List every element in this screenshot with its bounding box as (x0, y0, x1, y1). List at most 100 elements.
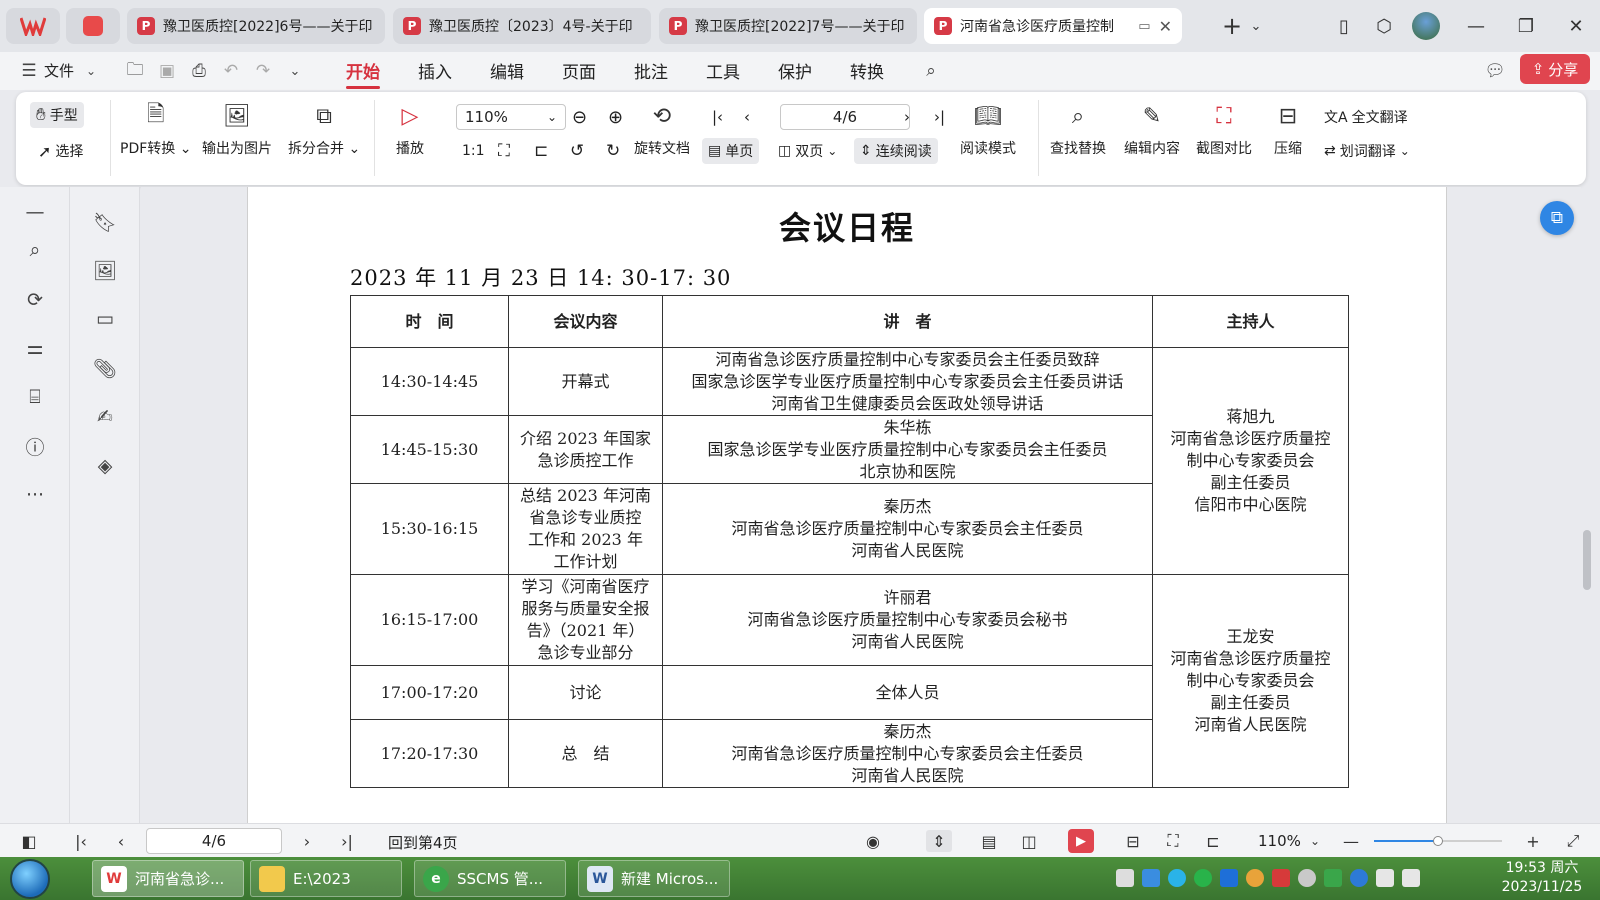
continuous-view-icon[interactable]: ⇕ (926, 830, 952, 852)
network-tray-icon[interactable] (1298, 869, 1316, 887)
attachment-icon[interactable]: 📎︎ (92, 355, 118, 381)
find-replace-button[interactable]: ⌕ 查找替换 (1050, 102, 1106, 158)
tray-app-icon[interactable] (1142, 869, 1160, 887)
rotate-icon[interactable]: ⊏ (1202, 830, 1224, 852)
fit-page-icon[interactable]: ⛶ (492, 138, 516, 164)
new-tab-icon[interactable]: + (1220, 12, 1244, 40)
menu-convert[interactable]: 转换 (850, 58, 884, 83)
word-translate-button[interactable]: ⇄ 划词翻译 ⌄ (1318, 138, 1416, 164)
eye-icon[interactable]: ◉ (862, 830, 884, 852)
zoom-out-button[interactable]: ⊖ (566, 104, 593, 130)
chevron-down-icon[interactable]: ⌄ (1304, 830, 1326, 852)
menu-start[interactable]: 开始 (346, 58, 380, 89)
play-button[interactable]: ▷ 播放 (396, 102, 424, 158)
menu-page[interactable]: 页面 (562, 58, 596, 83)
prev-page-icon[interactable]: ‹ (738, 104, 756, 130)
more-icon[interactable]: ··· (22, 482, 48, 508)
first-page-icon[interactable]: |‹ (70, 830, 92, 852)
floating-assist-icon[interactable]: ⧉ (1540, 201, 1574, 235)
cube-icon[interactable]: ⬡ (1372, 14, 1396, 38)
continuous-read-button[interactable]: ⇕ 连续阅读 (854, 138, 938, 164)
window-layout-icon[interactable]: ▯ (1332, 14, 1356, 38)
prev-page-icon[interactable]: ‹ (110, 830, 132, 852)
comment-icon[interactable]: ▭ (92, 306, 118, 332)
fullscreen-icon[interactable]: ⤢ (1562, 830, 1584, 852)
zoom-in-icon[interactable]: + (1522, 830, 1544, 852)
menu-edit[interactable]: 编辑 (490, 58, 524, 83)
more-chevron-icon[interactable]: ⌄ (284, 60, 306, 82)
taskbar-browser[interactable]: e SSCMS 管... (414, 860, 566, 897)
cloud-icon[interactable] (1168, 869, 1186, 887)
redo-icon[interactable]: ↷ (252, 60, 274, 82)
taskbar-explorer[interactable]: E:\2023 (250, 860, 402, 897)
split-merge-button[interactable]: ⧉ 拆分合并 ⌄ (288, 102, 360, 158)
browser-tray-icon[interactable] (1246, 869, 1264, 887)
undo-icon[interactable]: ↶ (220, 60, 242, 82)
edit-content-button[interactable]: ✎ 编辑内容 (1124, 102, 1180, 158)
network-icon[interactable] (1376, 869, 1394, 887)
next-page-icon[interactable]: › (898, 104, 916, 130)
print-icon[interactable]: ⎙ (188, 60, 210, 82)
search-icon[interactable]: ⌕ (22, 237, 48, 263)
status-zoom-value[interactable]: 110% (1258, 832, 1301, 850)
tab-doc-4[interactable]: P 河南省急诊医疗质量控制 ▭ ✕ (924, 8, 1182, 44)
zoom-in-button[interactable]: ⊕ (602, 104, 629, 130)
fit-page-icon[interactable]: ⛶ (1162, 830, 1184, 852)
zoom-out-icon[interactable]: — (1340, 830, 1362, 852)
full-translate-button[interactable]: 文A 全文翻译 (1318, 104, 1414, 130)
zoom-slider[interactable] (1374, 836, 1502, 846)
hand-tool-button[interactable]: ✋︎ 手型 (30, 102, 84, 128)
vertical-scrollbar[interactable] (1583, 530, 1591, 590)
tab-doc-2[interactable]: P 豫卫医质控〔2023〕4号-关于印 (393, 8, 651, 44)
hamburger-icon[interactable]: ☰ (18, 60, 40, 82)
start-button[interactable] (10, 859, 50, 899)
menu-tools[interactable]: 工具 (706, 58, 740, 83)
double-page-button[interactable]: ◫ 双页 ⌄ (772, 138, 843, 164)
docer-tab[interactable] (66, 8, 120, 44)
taskbar-word[interactable]: W 新建 Micros... (578, 860, 730, 897)
chat-bubble-icon[interactable]: 💬︎ (1484, 60, 1506, 82)
last-page-icon[interactable]: ›| (928, 104, 951, 130)
back-to-page-link[interactable]: 回到第4页 (388, 832, 458, 853)
keyboard-icon[interactable] (1116, 869, 1134, 887)
rotate-left-icon[interactable]: ↺ (564, 138, 590, 164)
first-page-icon[interactable]: |‹ (706, 104, 729, 130)
chevron-down-icon[interactable]: ⌄ (80, 60, 102, 82)
zoom-select[interactable]: 110% ⌄ (456, 104, 566, 130)
rotate-right-icon[interactable]: ↻ (600, 138, 626, 164)
status-page-input[interactable]: 4/6 (146, 828, 282, 854)
antivirus-icon[interactable] (1272, 869, 1290, 887)
signature-icon[interactable]: ✍︎ (92, 404, 118, 430)
close-tab-icon[interactable]: ✕ (1159, 17, 1172, 36)
last-page-icon[interactable]: ›| (336, 830, 358, 852)
reading-mode-button[interactable]: 📖︎ 阅读模式 (960, 102, 1016, 158)
help-icon[interactable]: ⓘ (22, 433, 48, 459)
double-view-icon[interactable]: ◫ (1018, 830, 1040, 852)
settings-icon[interactable] (1350, 869, 1368, 887)
open-folder-icon[interactable]: 🗀 (124, 60, 146, 82)
ai-refresh-icon[interactable]: ⟳ (22, 287, 48, 313)
wps-home-tab[interactable] (6, 8, 60, 44)
pdf-convert-button[interactable]: 🗎 PDF转换 ⌄ (120, 102, 191, 158)
bookmark-icon[interactable]: 🔖︎ (92, 209, 118, 235)
menu-annotate[interactable]: 批注 (634, 58, 668, 83)
screenshot-compare-button[interactable]: ⛶ 截图对比 (1196, 102, 1252, 158)
close-window-icon[interactable]: ✕ (1564, 14, 1588, 38)
file-menu[interactable]: 文件 (44, 60, 74, 81)
play-icon[interactable]: ▶ (1068, 829, 1094, 853)
rotate-doc-button[interactable]: ⟲ 旋转文档 (634, 102, 690, 158)
taskbar-wps[interactable]: W 河南省急诊... (92, 860, 244, 897)
next-page-icon[interactable]: › (296, 830, 318, 852)
bluetooth-icon[interactable] (1220, 869, 1238, 887)
layers-icon[interactable]: ◈ (92, 453, 118, 479)
sidebar-toggle-icon[interactable]: ◧ (18, 830, 40, 852)
actual-size-icon[interactable]: 1:1 (456, 138, 491, 164)
zoom-slider-knob[interactable] (1433, 836, 1443, 846)
menu-protect[interactable]: 保护 (778, 58, 812, 83)
volume-muted-icon[interactable] (1402, 869, 1420, 887)
single-page-button[interactable]: ▤ 单页 (702, 138, 760, 164)
fit-width-icon[interactable]: ⊟ (1122, 830, 1144, 852)
compress-button[interactable]: ⊟ 压缩 (1274, 102, 1302, 158)
select-tool-button[interactable]: ➚ 选择 (32, 138, 89, 164)
collapse-icon[interactable]: — (22, 199, 48, 225)
